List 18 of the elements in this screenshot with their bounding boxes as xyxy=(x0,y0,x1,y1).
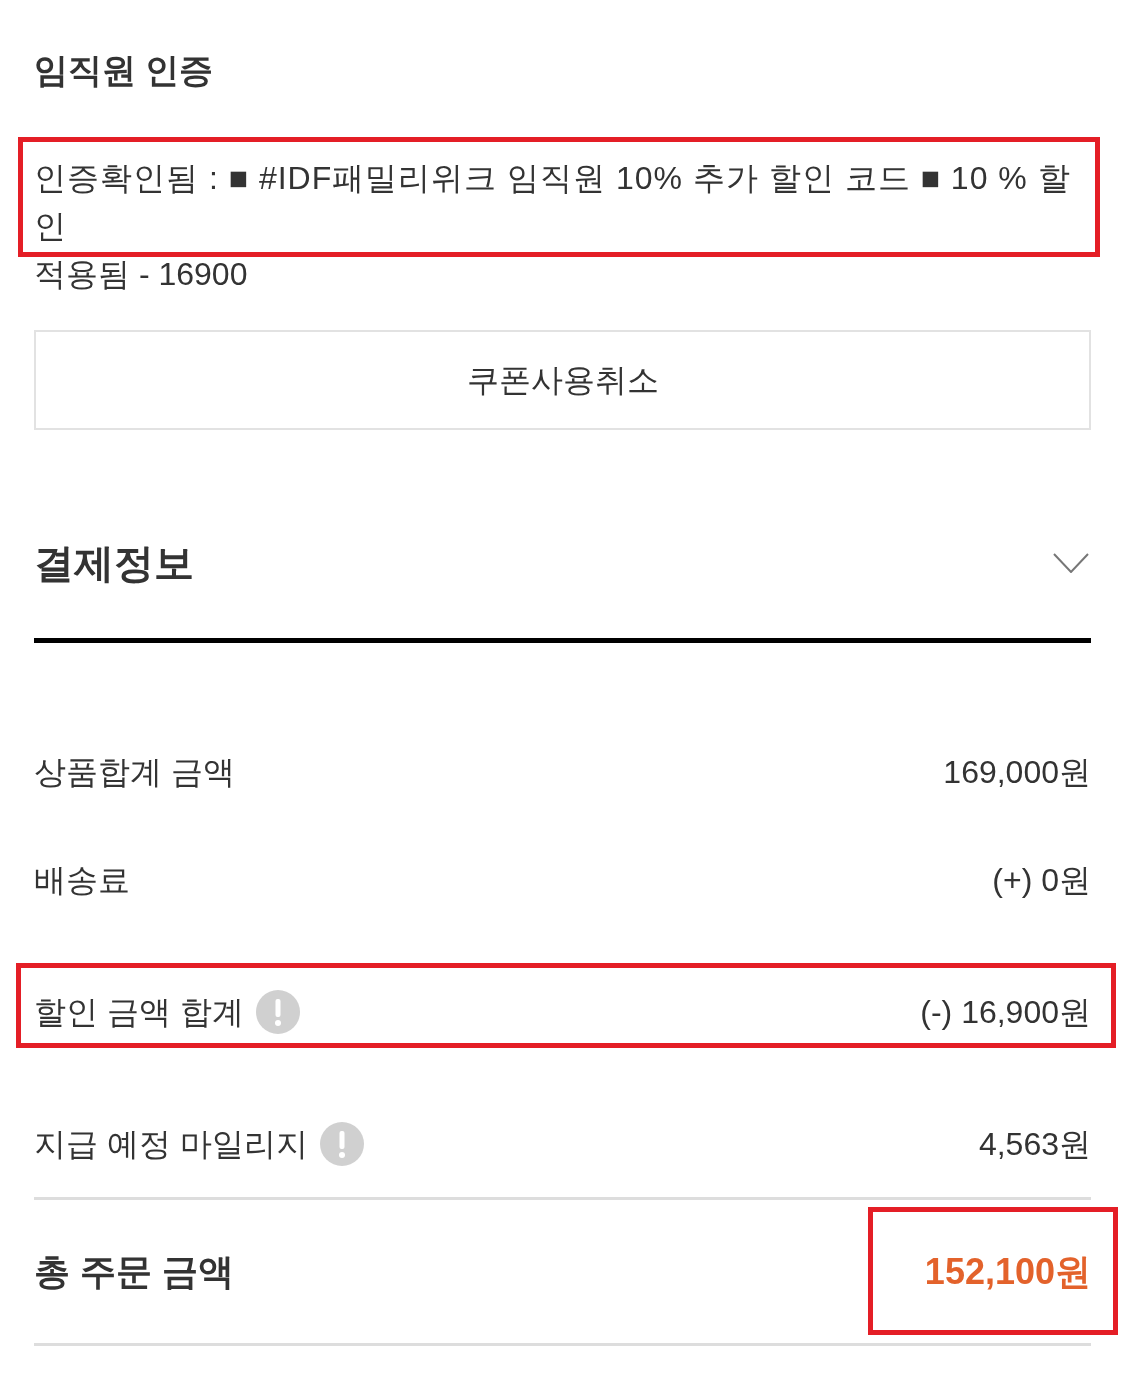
summary-value: 169,000원 xyxy=(943,753,1091,792)
summary-label: 배송료 xyxy=(34,861,130,900)
verification-message: 인증확인됨 : ■ #IDF패밀리위크 임직원 10% 추가 할인 코드 ■ 10 % 할인 xyxy=(34,159,1072,246)
summary-label: 지급 예정 마일리지 xyxy=(34,1125,308,1164)
info-icon[interactable] xyxy=(255,990,300,1034)
cancel-coupon-button[interactable]: 쿠폰사용취소 xyxy=(34,330,1091,430)
summary-value: (-) 16,900원 xyxy=(920,993,1091,1032)
applied-discount-text: 적용됨 - 16900 xyxy=(34,255,249,294)
section-title: 임직원 인증 xyxy=(34,50,215,91)
summary-label: 상품합계 금액 xyxy=(34,753,235,792)
summary-label: 할인 금액 합계 xyxy=(34,993,244,1032)
summary-value: (+) 0원 xyxy=(992,861,1091,900)
section-title: 결제정보 xyxy=(34,540,194,587)
total-amount: 152,100원 xyxy=(924,1250,1091,1294)
chevron-down-icon[interactable] xyxy=(1053,553,1089,573)
info-icon[interactable] xyxy=(319,1122,364,1166)
total-label: 총 주문 금액 xyxy=(34,1250,234,1294)
summary-value: 4,563원 xyxy=(978,1125,1091,1164)
